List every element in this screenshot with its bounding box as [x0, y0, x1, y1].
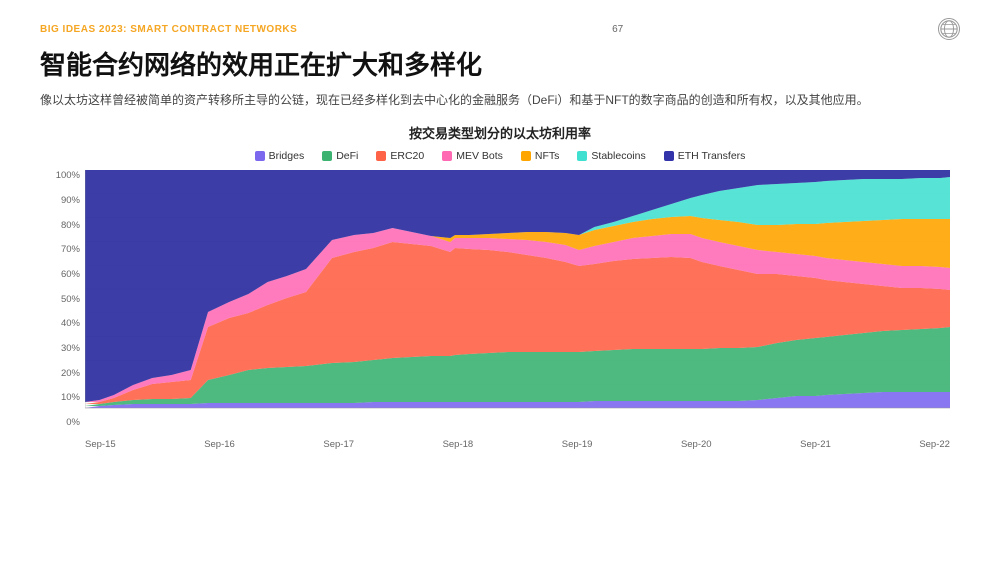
- legend-label-mev: MEV Bots: [456, 150, 503, 162]
- x-label-sep15: Sep-15: [85, 439, 116, 450]
- y-label-40: 40%: [40, 318, 85, 329]
- header: BIG IDEAS 2023: SMART CONTRACT NETWORKS …: [40, 18, 960, 40]
- chart-svg: [85, 170, 950, 428]
- legend-label-defi: DeFi: [336, 150, 358, 162]
- y-label-0: 0%: [40, 417, 85, 428]
- header-left: BIG IDEAS 2023: SMART CONTRACT NETWORKS: [40, 24, 297, 35]
- legend-dot-nfts: [521, 151, 531, 161]
- y-label-50: 50%: [40, 294, 85, 305]
- y-label-70: 70%: [40, 244, 85, 255]
- legend-bridges: Bridges: [255, 150, 305, 162]
- y-label-90: 90%: [40, 195, 85, 206]
- legend-mev: MEV Bots: [442, 150, 503, 162]
- legend-label-stablecoins: Stablecoins: [591, 150, 645, 162]
- legend-dot-bridges: [255, 151, 265, 161]
- chart-title: 按交易类型划分的以太坊利用率: [40, 123, 960, 142]
- x-label-sep18: Sep-18: [443, 439, 474, 450]
- legend-erc20: ERC20: [376, 150, 424, 162]
- chart-svg-area: [85, 170, 950, 428]
- page: BIG IDEAS 2023: SMART CONTRACT NETWORKS …: [0, 0, 1000, 563]
- page-title: 智能合约网络的效用正在扩大和多样化: [40, 50, 960, 81]
- legend-stablecoins: Stablecoins: [577, 150, 645, 162]
- legend-dot-defi: [322, 151, 332, 161]
- legend-label-nfts: NFTs: [535, 150, 560, 162]
- x-label-sep19: Sep-19: [562, 439, 593, 450]
- x-axis: Sep-15 Sep-16 Sep-17 Sep-18 Sep-19 Sep-2…: [85, 428, 950, 450]
- y-label-60: 60%: [40, 269, 85, 280]
- globe-icon: [938, 18, 960, 40]
- header-subtitle: SMART CONTRACT NETWORKS: [130, 24, 297, 35]
- legend-dot-stablecoins: [577, 151, 587, 161]
- chart-legend: Bridges DeFi ERC20 MEV Bots NFTs Stablec…: [40, 150, 960, 162]
- page-subtitle: 像以太坊这样曾经被简单的资产转移所主导的公链，现在已经多样化到去中心化的金融服务…: [40, 91, 960, 109]
- legend-label-bridges: Bridges: [269, 150, 305, 162]
- header-brand: BIG IDEAS 2023:: [40, 24, 127, 35]
- y-axis: 0% 10% 20% 30% 40% 50% 60% 70% 80% 90% 1…: [40, 170, 85, 428]
- legend-label-eth-transfers: ETH Transfers: [678, 150, 746, 162]
- x-label-sep16: Sep-16: [204, 439, 235, 450]
- legend-label-erc20: ERC20: [390, 150, 424, 162]
- x-label-sep17: Sep-17: [323, 439, 354, 450]
- legend-eth-transfers: ETH Transfers: [664, 150, 746, 162]
- legend-defi: DeFi: [322, 150, 358, 162]
- y-label-20: 20%: [40, 368, 85, 379]
- y-label-30: 30%: [40, 343, 85, 354]
- legend-dot-mev: [442, 151, 452, 161]
- x-label-sep22: Sep-22: [919, 439, 950, 450]
- globe-icon-container: [938, 18, 960, 40]
- y-label-10: 10%: [40, 392, 85, 403]
- page-number: 67: [612, 24, 623, 35]
- legend-nfts: NFTs: [521, 150, 560, 162]
- y-label-100: 100%: [40, 170, 85, 181]
- x-label-sep20: Sep-20: [681, 439, 712, 450]
- legend-dot-eth-transfers: [664, 151, 674, 161]
- chart-container: 0% 10% 20% 30% 40% 50% 60% 70% 80% 90% 1…: [40, 170, 960, 450]
- x-label-sep21: Sep-21: [800, 439, 831, 450]
- legend-dot-erc20: [376, 151, 386, 161]
- y-label-80: 80%: [40, 220, 85, 231]
